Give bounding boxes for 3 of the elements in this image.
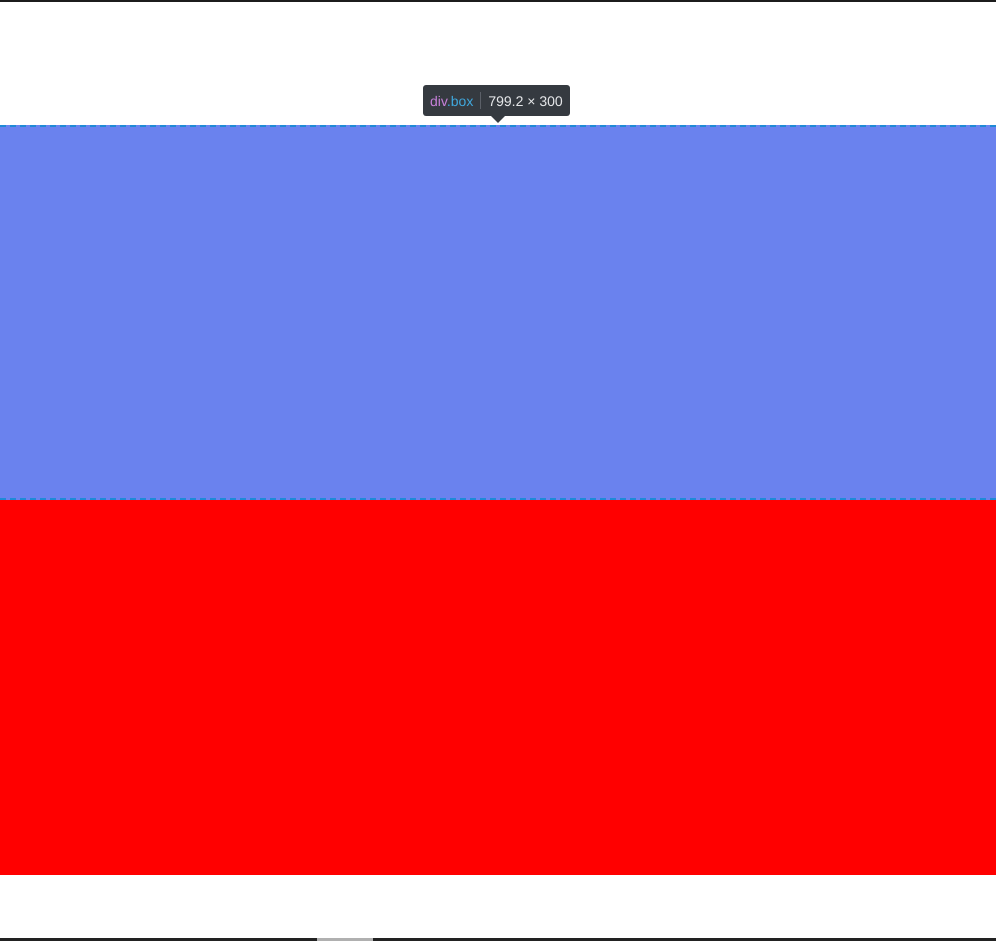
element-selector: div.box xyxy=(430,94,474,108)
scrollbar-thumb[interactable] xyxy=(317,938,373,941)
element-size: 799.2 × 300 xyxy=(488,94,563,108)
